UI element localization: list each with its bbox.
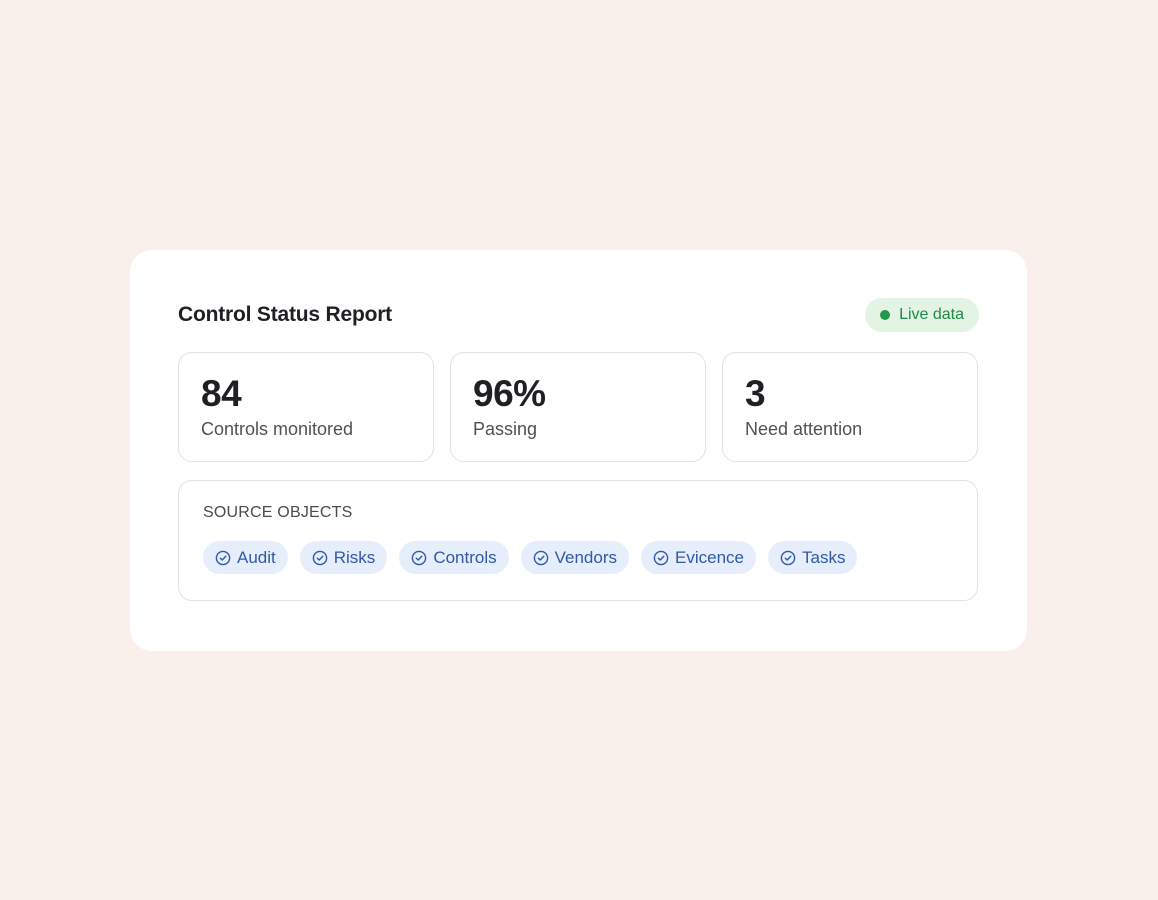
check-circle-icon xyxy=(653,550,669,566)
chip-label: Controls xyxy=(433,547,497,567)
stats-row: 84 Controls monitored 96% Passing 3 Need… xyxy=(178,352,979,462)
check-circle-icon xyxy=(411,550,427,566)
page-title: Control Status Report xyxy=(178,303,392,326)
live-data-label: Live data xyxy=(899,306,964,323)
check-circle-icon xyxy=(780,550,796,566)
source-objects-card: SOURCE OBJECTS Audit Risks Controls Vend… xyxy=(178,480,978,601)
source-chip-risks[interactable]: Risks xyxy=(299,541,388,574)
chip-label: Tasks xyxy=(802,547,846,567)
source-chip-list: Audit Risks Controls Vendors Evicence Ta… xyxy=(203,541,953,574)
stat-card-controls-monitored: 84 Controls monitored xyxy=(178,352,434,462)
stat-value: 96% xyxy=(473,373,546,414)
control-status-panel: Control Status Report Live data 84 Contr… xyxy=(130,250,1027,651)
stat-value: 84 xyxy=(201,373,242,414)
stat-label: Controls monitored xyxy=(201,419,354,439)
panel-header: Control Status Report Live data xyxy=(178,298,979,332)
chip-label: Vendors xyxy=(554,547,618,567)
check-circle-icon xyxy=(533,550,549,566)
chip-label: Risks xyxy=(333,547,376,567)
stat-value: 3 xyxy=(745,373,766,414)
check-circle-icon xyxy=(215,550,231,566)
live-data-badge: Live data xyxy=(865,298,979,332)
source-chip-controls[interactable]: Controls xyxy=(399,541,509,574)
stat-card-passing: 96% Passing xyxy=(450,352,706,462)
chip-label: Evicence xyxy=(675,547,744,567)
source-objects-heading: SOURCE OBJECTS xyxy=(203,504,353,521)
live-status-dot-icon xyxy=(880,310,891,320)
stat-card-need-attention: 3 Need attention xyxy=(722,352,978,462)
source-chip-vendors[interactable]: Vendors xyxy=(520,541,630,574)
chip-label: Audit xyxy=(237,547,276,567)
stat-label: Passing xyxy=(473,419,538,439)
source-chip-audit[interactable]: Audit xyxy=(203,541,288,574)
stat-label: Need attention xyxy=(745,419,863,439)
source-chip-evidence[interactable]: Evicence xyxy=(641,541,756,574)
source-chip-tasks[interactable]: Tasks xyxy=(768,541,858,574)
check-circle-icon xyxy=(312,550,328,566)
